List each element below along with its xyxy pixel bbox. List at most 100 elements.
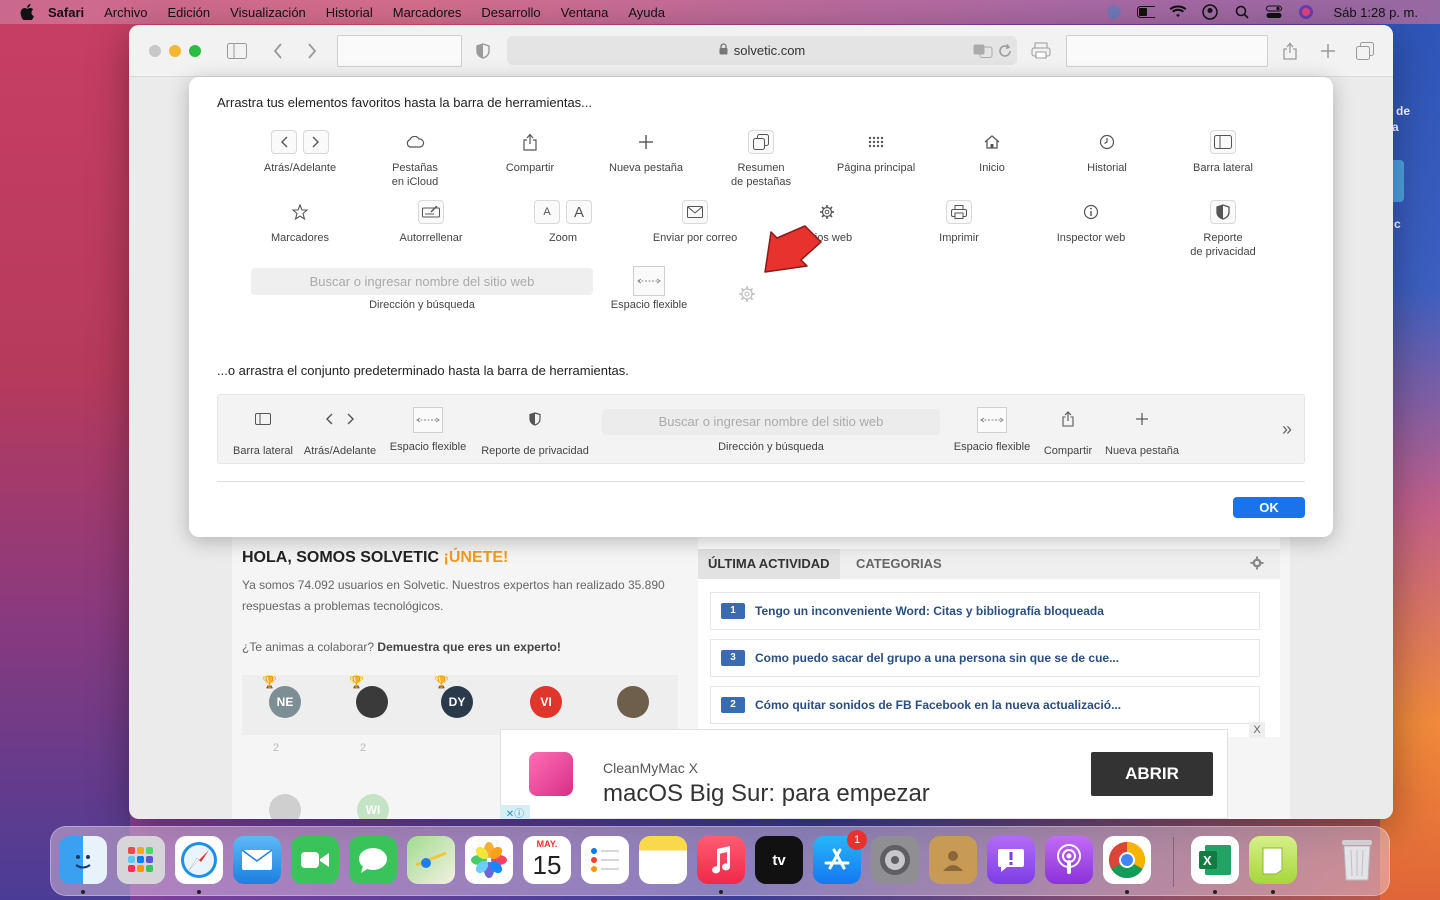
contacts-icon[interactable]: [929, 836, 977, 884]
back-icon[interactable]: [267, 40, 289, 62]
toolbar-item-icloud-tabs[interactable]: Pestañas en iCloud: [355, 129, 475, 189]
activity-item[interactable]: 1 Tengo un inconveniente Word: Citas y b…: [710, 592, 1260, 630]
menu-ayuda[interactable]: Ayuda: [628, 5, 665, 20]
gear-icon[interactable]: [1250, 556, 1264, 575]
toolbar-item-sidebar[interactable]: Barra lateral: [1163, 129, 1283, 175]
default-toolbar-set[interactable]: Barra lateral Atrás/Adelante Espacio fle…: [217, 394, 1305, 464]
close-window-button[interactable]: [149, 45, 161, 57]
trash-icon[interactable]: [1333, 836, 1381, 884]
podcasts-icon[interactable]: [1045, 836, 1093, 884]
sidebar-toggle-icon[interactable]: [226, 40, 248, 62]
toolbar-flexible-space-slot[interactable]: [1066, 35, 1268, 67]
avatar[interactable]: [356, 686, 388, 718]
excel-icon[interactable]: X: [1191, 836, 1239, 884]
activity-title[interactable]: Como puedo sacar del grupo a una persona…: [755, 651, 1119, 665]
address-bar[interactable]: solvetic.com: [507, 36, 1017, 65]
toolbar-item-web-inspector[interactable]: Inspector web: [1031, 199, 1151, 245]
facetime-icon[interactable]: [291, 836, 339, 884]
chrome-icon[interactable]: [1103, 836, 1151, 884]
ad-banner[interactable]: CleanMyMac X macOS Big Sur: para empezar…: [500, 729, 1228, 819]
menu-clock[interactable]: Sáb 1:28 p. m.: [1333, 5, 1418, 20]
avatar[interactable]: VI: [530, 686, 562, 718]
siri-icon[interactable]: [1297, 3, 1315, 21]
settings-icon[interactable]: [871, 836, 919, 884]
toolbar-item-bookmarks[interactable]: Marcadores: [240, 199, 360, 245]
avatar[interactable]: [269, 794, 301, 819]
battery-icon[interactable]: [1137, 3, 1156, 21]
menu-visualizacion[interactable]: Visualización: [230, 5, 306, 20]
activity-title[interactable]: Cómo quitar sonidos de FB Facebook en la…: [755, 698, 1121, 712]
toolbar-item-history[interactable]: Historial: [1047, 129, 1167, 175]
appstore-icon[interactable]: 1: [813, 830, 867, 884]
menu-ventana[interactable]: Ventana: [561, 5, 609, 20]
apple-icon[interactable]: [20, 4, 34, 20]
menu-desarrollo[interactable]: Desarrollo: [481, 5, 540, 20]
menu-marcadores[interactable]: Marcadores: [393, 5, 462, 20]
tv-icon[interactable]: tv: [755, 836, 803, 884]
toolbar-item-privacy-report[interactable]: Reporte de privacidad: [1163, 199, 1283, 259]
toolbar-flexible-space-slot[interactable]: [337, 35, 462, 67]
user-icon[interactable]: [1201, 3, 1219, 21]
toolbar-item-tab-overview[interactable]: Resumen de pestañas: [701, 129, 821, 189]
avatar[interactable]: NE: [269, 686, 301, 718]
photos-icon[interactable]: [465, 836, 513, 884]
messages-icon[interactable]: [349, 836, 397, 884]
toolbar-item-homepage[interactable]: Página principal: [816, 129, 936, 175]
activity-item[interactable]: 3 Como puedo sacar del grupo a una perso…: [710, 639, 1260, 677]
notes-icon[interactable]: [639, 836, 687, 884]
minimize-window-button[interactable]: [169, 45, 181, 57]
ad-info-icon[interactable]: ✕ⓘ: [500, 805, 530, 819]
tab-categorias[interactable]: CATEGORIAS: [846, 549, 952, 579]
avatar[interactable]: WI: [357, 794, 389, 819]
avatar[interactable]: [617, 686, 649, 718]
status-extension-icon[interactable]: [1105, 3, 1123, 21]
new-tab-icon[interactable]: [1317, 40, 1339, 62]
zoom-window-button[interactable]: [189, 45, 201, 57]
default-item-back-forward: Atrás/Adelante: [300, 411, 380, 457]
music-icon[interactable]: [697, 836, 745, 884]
toolbar-item-home[interactable]: Inicio: [932, 129, 1052, 175]
collab-link[interactable]: Demuestra que eres un experto!: [377, 640, 560, 654]
join-link[interactable]: ¡ÚNETE!: [444, 549, 509, 566]
reminders-icon[interactable]: [581, 836, 629, 884]
ok-button[interactable]: OK: [1233, 497, 1305, 518]
share-icon[interactable]: [1279, 40, 1301, 62]
reload-icon[interactable]: [994, 40, 1016, 62]
finder-icon[interactable]: [59, 836, 107, 884]
activity-item[interactable]: 2 Cómo quitar sonidos de FB Facebook en …: [710, 686, 1260, 724]
toolbar-item-share[interactable]: Compartir: [470, 129, 590, 175]
menu-edicion[interactable]: Edición: [168, 5, 211, 20]
ad-open-button[interactable]: ABRIR: [1091, 752, 1213, 796]
launchpad-icon[interactable]: [117, 836, 165, 884]
translate-icon[interactable]: [972, 40, 994, 62]
ad-close-button[interactable]: X: [1249, 722, 1265, 738]
avatar[interactable]: DY: [441, 686, 473, 718]
spotlight-search-icon[interactable]: [1233, 3, 1251, 21]
toolbar-item-back-forward[interactable]: Atrás/Adelante: [240, 129, 360, 175]
toolbar-item-address-search[interactable]: Buscar o ingresar nombre del sitio web: [251, 268, 593, 295]
activity-title[interactable]: Tengo un inconveniente Word: Citas y bib…: [755, 604, 1104, 618]
menu-app-safari[interactable]: Safari: [48, 5, 84, 20]
print-icon[interactable]: [1030, 40, 1052, 62]
privacy-shield-icon[interactable]: [472, 40, 494, 62]
control-center-icon[interactable]: [1265, 3, 1283, 21]
toolbar-item-autofill[interactable]: Autorrellenar: [371, 199, 491, 245]
toolbar-item-flexible-space[interactable]: [633, 266, 665, 296]
calendar-icon[interactable]: MAY. 15: [523, 836, 571, 884]
tab-ultima-actividad[interactable]: ÚLTIMA ACTIVIDAD: [698, 549, 840, 579]
numbers-icon[interactable]: [1249, 836, 1297, 884]
dragging-gear-icon[interactable]: [734, 281, 760, 307]
feedback-icon[interactable]: [987, 836, 1035, 884]
tab-overview-icon[interactable]: [1354, 40, 1376, 62]
safari-icon[interactable]: [175, 836, 223, 884]
wifi-icon[interactable]: [1169, 3, 1187, 21]
toolbar-item-new-tab[interactable]: Nueva pestaña: [586, 129, 706, 175]
toolbar-item-mail[interactable]: Enviar por correo: [635, 199, 755, 245]
menu-archivo[interactable]: Archivo: [104, 5, 147, 20]
forward-icon[interactable]: [301, 40, 323, 62]
toolbar-item-print[interactable]: Imprimir: [899, 199, 1019, 245]
toolbar-item-zoom[interactable]: A A Zoom: [503, 199, 623, 245]
menu-historial[interactable]: Historial: [326, 5, 373, 20]
maps-icon[interactable]: [407, 836, 455, 884]
mail-icon[interactable]: [233, 836, 281, 884]
